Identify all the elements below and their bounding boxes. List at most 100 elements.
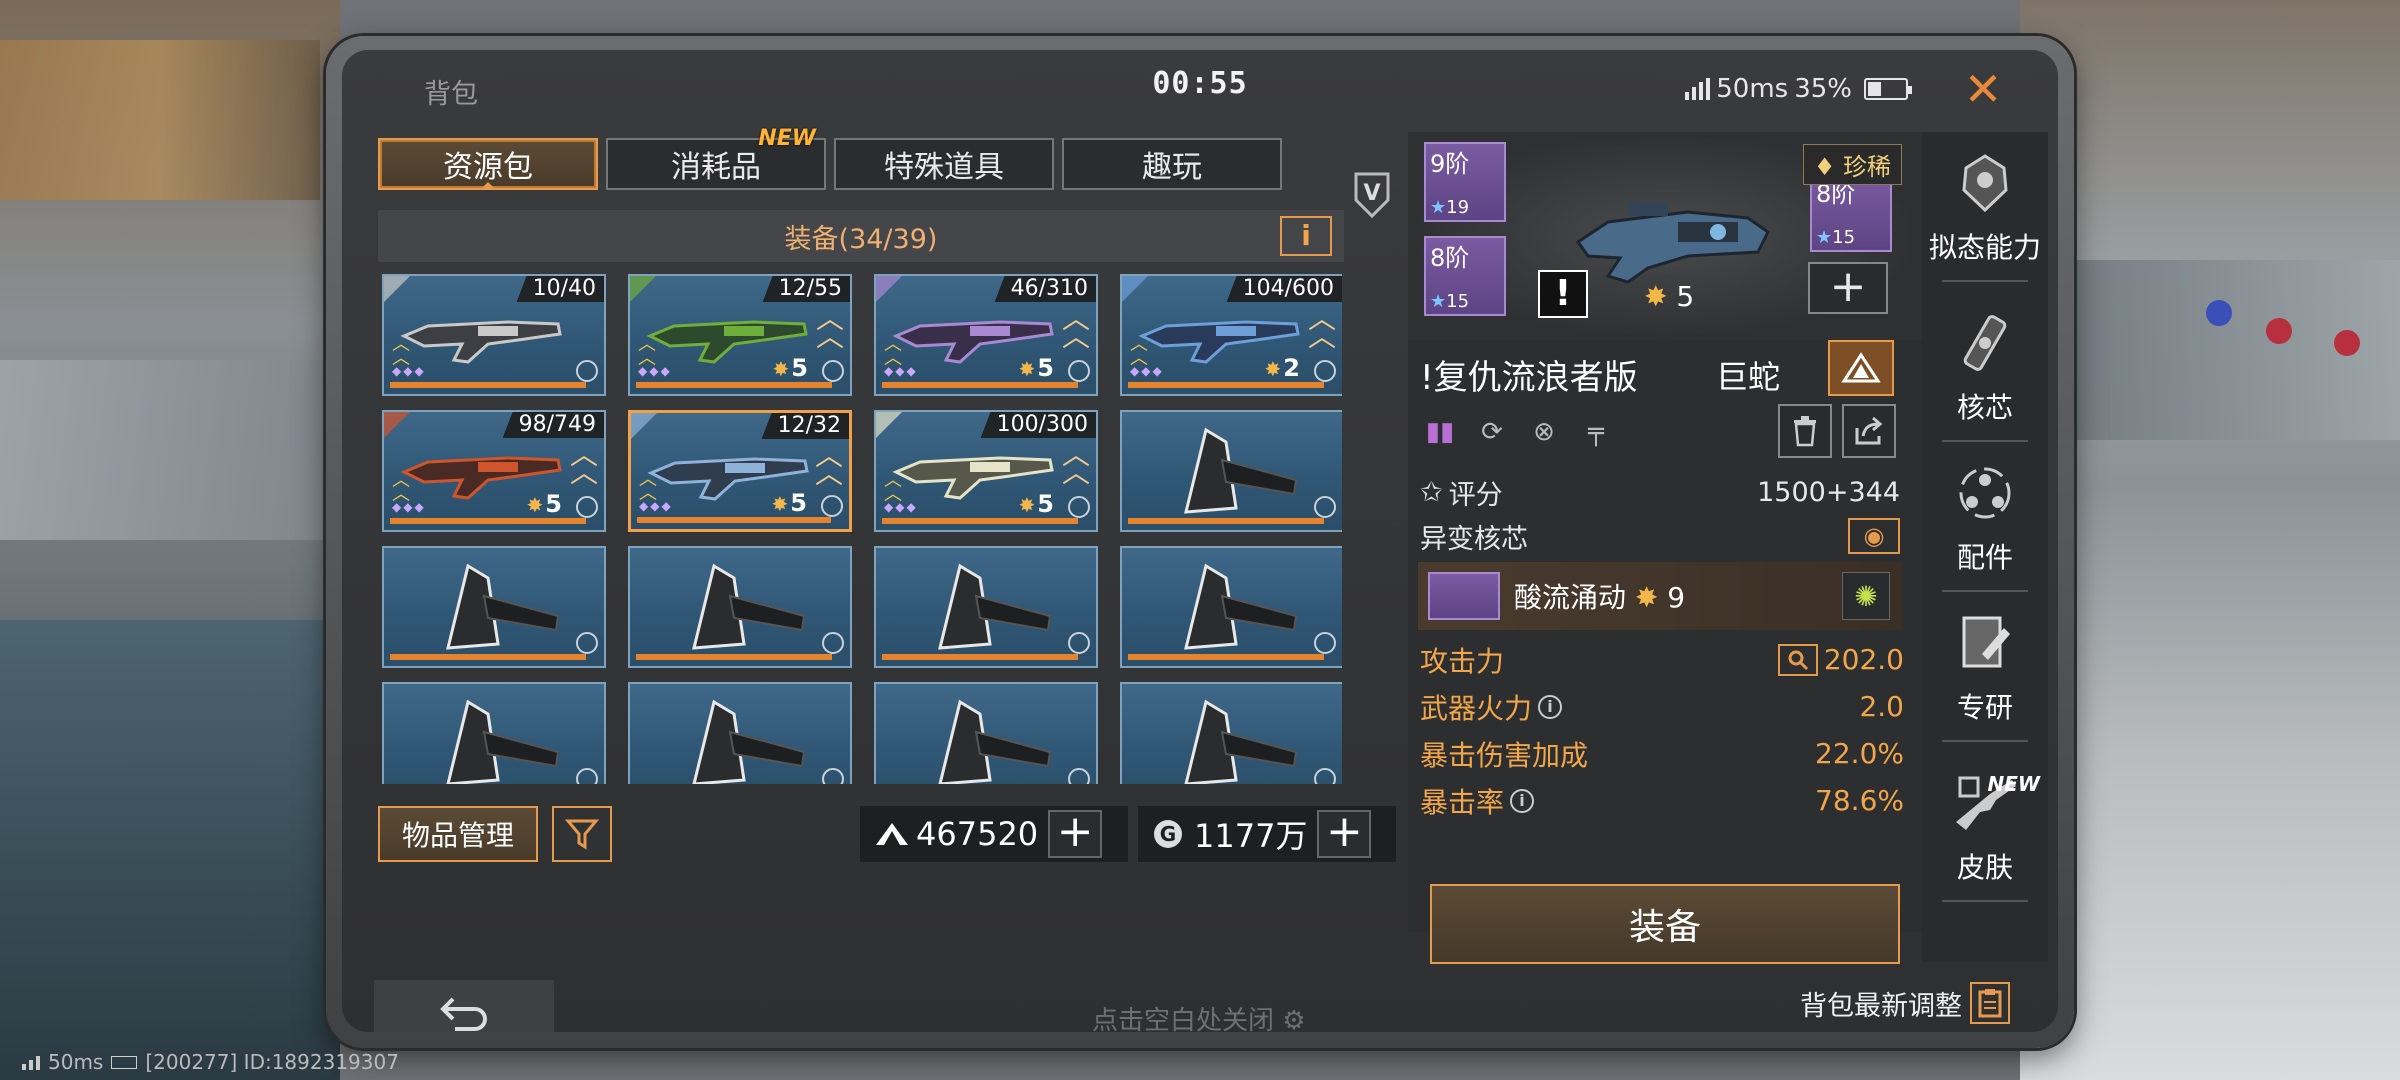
back-button[interactable] [374, 980, 554, 1032]
gear-icon [576, 768, 598, 784]
view-button[interactable]: ◉ [1848, 518, 1900, 554]
gear-icon [822, 768, 844, 784]
gear-icon [822, 360, 844, 382]
item-management-button[interactable]: 物品管理 [378, 806, 538, 862]
inventory-slot-weapon[interactable]: ︿ ︿ ◆◆◆ ︿ ︿ ✸5 12/32 [628, 410, 852, 532]
svg-text:G: G [1160, 822, 1176, 846]
item-count: 46/310 [994, 276, 1096, 302]
tab-resource-pack[interactable]: 资源包 [378, 138, 598, 190]
tab-special-items[interactable]: 特殊道具 [834, 138, 1054, 190]
weapon-detail-panel: 9阶 ★19 8阶 ★15 8阶 ★15 ♦ 珍稀 + ! ✸ 5 !复仇流浪者… [1408, 132, 1922, 932]
gear-icon [1068, 360, 1090, 382]
inventory-slot-axe[interactable] [628, 682, 852, 784]
tab-label: 特殊道具 [884, 150, 1004, 185]
part-tier: 8阶 [1430, 244, 1470, 272]
side-navigation: 拟态能力 核芯 配件 专研 NEW 皮肤 [1922, 132, 2048, 962]
add-coin-button[interactable]: + [1317, 810, 1372, 858]
signal-icon [1685, 78, 1711, 100]
nav-skins[interactable]: NEW 皮肤 [1922, 752, 2048, 902]
info-icon[interactable]: i [1510, 788, 1535, 813]
category-icon [1122, 276, 1148, 302]
rarity-dots: ◆◆◆ [884, 364, 918, 378]
core-icon [1950, 308, 2020, 378]
weapon-icon [400, 320, 562, 364]
tab-consumables[interactable]: 消耗品 NEW [606, 126, 826, 190]
inventory-slot-weapon[interactable]: ︿ ︿ ◆◆◆ ︿ ︿ ✸5 12/55 [628, 274, 852, 396]
research-icon [1950, 608, 2020, 678]
tab-fun[interactable]: 趣玩 [1062, 138, 1282, 190]
close-button[interactable]: ✕ [1958, 64, 2008, 114]
axe-icon [446, 563, 560, 650]
gear-icon [576, 360, 598, 382]
nav-core[interactable]: 核芯 [1922, 292, 2048, 442]
rarity-dots: ◆◆◆ [392, 364, 426, 378]
inventory-slot-weapon[interactable]: ︿ ︿ ◆◆◆ 10/40 [382, 274, 606, 396]
nav-label: 拟态能力 [1928, 231, 2041, 264]
core-label: 异变核芯 [1420, 523, 1528, 555]
gear-icon [1068, 496, 1090, 518]
nav-research[interactable]: 专研 [1922, 592, 2048, 742]
weapon-preview-image [1575, 202, 1770, 284]
axe-icon [446, 699, 560, 784]
upgrade-chevron-icon: ︿ ︿ [1061, 438, 1090, 489]
inventory-slot-axe[interactable] [1120, 682, 1342, 784]
stat-value: 78.6% [1815, 784, 1904, 817]
core-item[interactable]: 酸流涌动 ✸ 9 ✺ [1418, 562, 1902, 630]
equipment-count-title: 装备(34/39) [784, 223, 938, 255]
top-bar: 背包 00:55 50ms 35% ✕ [342, 50, 2058, 128]
info-button[interactable]: i [1280, 216, 1332, 256]
upgrade-chevron-icon: ︿ ︿ [815, 302, 844, 353]
alert-icon[interactable]: ! [1538, 270, 1588, 318]
durability-bar [1128, 654, 1324, 660]
gear-icon [1314, 496, 1336, 518]
nav-mimic-ability[interactable]: 拟态能力 [1922, 132, 2048, 282]
inventory-slot-weapon[interactable]: ︿ ︿ ◆◆◆ ︿ ︿ ✸5 46/310 [874, 274, 1098, 396]
add-part-button[interactable]: + [1808, 262, 1888, 314]
category-icon [876, 412, 902, 438]
core-row: 异变核芯 ◉ [1420, 516, 1900, 556]
filter-button[interactable] [552, 806, 612, 862]
backpack-screen: 背包 00:55 50ms 35% ✕ 资源包 消耗品 NEW 特殊道具 趣玩 V… [342, 50, 2058, 1032]
delete-button[interactable] [1778, 404, 1832, 458]
nav-attachments[interactable]: 配件 [1922, 442, 2048, 592]
inventory-slot-axe[interactable] [628, 546, 852, 668]
inventory-slot-axe[interactable] [874, 682, 1098, 784]
close-hint: 点击空白处关闭 ⚙ [1092, 1000, 1306, 1032]
item-count: 10/40 [516, 276, 604, 302]
battery-icon [1864, 78, 1912, 100]
inventory-slot-weapon[interactable]: ︿ ︿ ◆◆◆ ︿ ︿ ✸5 98/749 [382, 410, 606, 532]
score-value: 1500+344 [1757, 476, 1900, 508]
vip-badge-icon[interactable]: V [1352, 170, 1392, 220]
core-effect-icon: ✺ [1842, 572, 1890, 620]
durability-bar [390, 654, 586, 660]
durability-bar [390, 382, 586, 388]
durability-bar [390, 518, 586, 524]
inventory-slot-weapon[interactable]: ︿ ︿ ◆◆◆ ︿ ︿ ✸5 100/300 [874, 410, 1098, 532]
inventory-slot-axe[interactable] [1120, 546, 1342, 668]
score-row: ✩ 评分 1500+344 [1420, 472, 1900, 512]
info-icon[interactable]: i [1538, 694, 1563, 719]
inventory-slot-axe[interactable] [874, 546, 1098, 668]
equip-button[interactable]: 装备 [1430, 884, 1900, 964]
part-slot-2[interactable]: 8阶 ★15 [1424, 236, 1506, 316]
magnifier-icon[interactable] [1777, 643, 1818, 676]
mimic-ability-icon [1950, 148, 2020, 218]
category-icon [876, 276, 902, 302]
share-button[interactable] [1842, 404, 1896, 458]
inventory-slot-weapon[interactable]: ︿ ︿ ◆◆◆ ︿ ︿ ✸2 104/600 [1120, 274, 1342, 396]
add-crystal-button[interactable]: + [1048, 810, 1103, 858]
stat-value: 2.0 [1859, 690, 1904, 723]
rarity-badge: ♦ 珍稀 [1802, 144, 1902, 185]
axe-icon [1184, 427, 1298, 514]
gear-icon [1068, 768, 1090, 784]
inventory-slot-axe[interactable] [382, 546, 606, 668]
skin-button[interactable] [1828, 340, 1894, 396]
durability-bar [882, 518, 1078, 524]
inventory-slot-axe[interactable] [382, 682, 606, 784]
recent-adjustments-link[interactable]: 背包最新调整 [1800, 982, 2010, 1024]
part-slot-1[interactable]: 9阶 ★19 [1424, 142, 1506, 222]
category-icon [384, 276, 410, 302]
coin-icon: G [1154, 820, 1182, 848]
stat-label: 暴击伤害加成 [1420, 738, 1589, 772]
inventory-slot-axe[interactable] [1120, 410, 1342, 532]
